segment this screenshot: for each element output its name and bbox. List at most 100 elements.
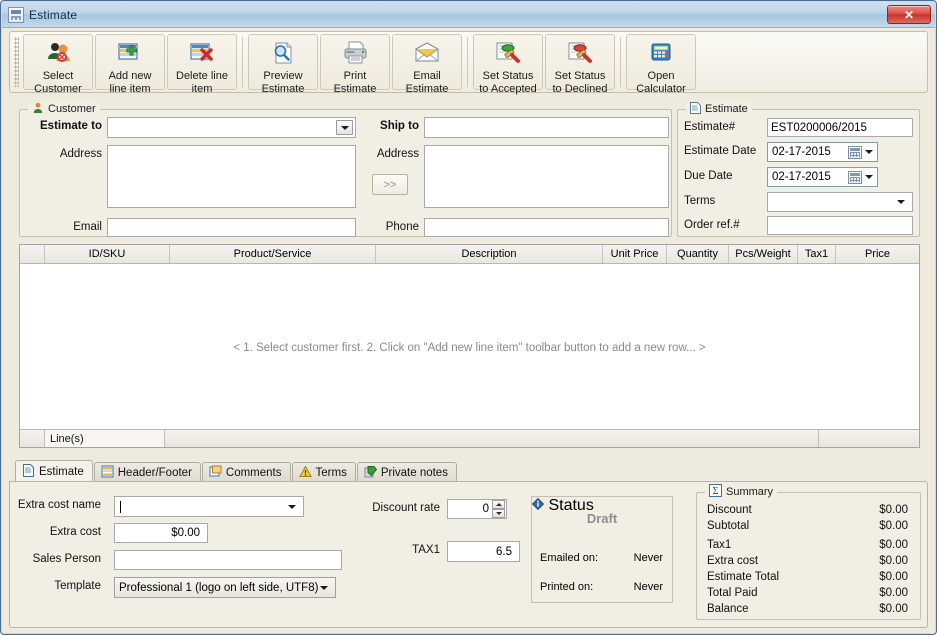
sales-person-input[interactable] (114, 550, 342, 570)
summary-row-value: $0.00 (879, 587, 908, 599)
customer-icon (32, 102, 44, 117)
summary-row-value: $0.00 (879, 603, 908, 615)
tab-estimate[interactable]: Estimate (15, 460, 93, 483)
grid-footer: Line(s) (20, 429, 919, 447)
chevron-down-icon[interactable] (288, 504, 296, 509)
calendar-icon[interactable] (848, 170, 862, 184)
ship-address-input[interactable] (424, 145, 669, 208)
estimate-date-value: 02-17-2015 (772, 146, 831, 158)
copy-address-button[interactable]: >> (372, 174, 408, 195)
billing-address-input[interactable] (107, 145, 356, 208)
svg-text:Σ: Σ (713, 486, 719, 497)
phone-input[interactable] (424, 218, 669, 237)
estimate-to-combo[interactable] (107, 117, 356, 138)
summary-row: Discount $0.00 (707, 502, 908, 518)
toolbar-button-label: Select Customer (34, 70, 82, 95)
estimate-group-title: Estimate (686, 101, 752, 116)
summary-row: Extra cost $0.00 (707, 553, 908, 569)
ship-to-label: Ship to (380, 120, 419, 132)
chevron-down-icon[interactable] (897, 200, 905, 204)
tab-comments[interactable]: Comments (201, 462, 291, 483)
tab-label: Estimate (39, 466, 84, 478)
toolbar-button-email-estimate[interactable]: Email Estimate (392, 34, 462, 95)
stepper-up-icon[interactable] (492, 500, 505, 509)
extra-cost-name-combo[interactable] (114, 496, 304, 517)
summary-group: Σ Summary Discount $0.00 Subtotal $0.00 … (696, 484, 921, 620)
grid-column-unit-price[interactable]: Unit Price (603, 245, 667, 263)
email-input[interactable] (107, 218, 356, 237)
estimate-tab-icon (22, 464, 35, 480)
summary-row-value: $0.00 (879, 520, 908, 532)
terms-label: Terms (684, 195, 716, 207)
template-label: Template (54, 580, 101, 592)
stamp-accepted-icon (493, 40, 523, 66)
summary-row-label: Estimate Total (707, 571, 780, 583)
ship-address-label: Address (376, 148, 419, 160)
billing-address-label: Address (59, 148, 102, 160)
grid-column-price[interactable]: Price (836, 245, 919, 263)
line-items-grid[interactable]: ID/SKU Product/Service Description Unit … (19, 244, 920, 448)
tab-header-footer[interactable]: Header/Footer (93, 462, 201, 483)
phone-label: Phone (385, 221, 419, 233)
notes-tab-icon (364, 465, 377, 481)
tab-label: Comments (225, 467, 282, 479)
estimate-window: Estimate ✕ Select Customer Add new line … (0, 0, 937, 635)
order-ref-label: Order ref.# (684, 219, 740, 231)
extra-cost-input[interactable]: $0.00 (114, 523, 208, 543)
estimate-date-picker[interactable]: 02-17-2015 (767, 142, 878, 162)
chevron-down-icon[interactable] (320, 585, 328, 590)
summary-row-label: Discount (707, 504, 752, 516)
toolbar-button-add-new-line-item[interactable]: Add new line item (95, 34, 165, 95)
grid-footer-total-cell (819, 430, 919, 447)
toolbar-button-set-status-declined[interactable]: Set Status to Declined (545, 34, 615, 95)
customer-group-title: Customer (28, 102, 100, 116)
tab-private-notes[interactable]: Private notes (356, 462, 457, 483)
stamp-declined-icon (565, 40, 595, 66)
grid-column-row-indicator[interactable] (20, 245, 45, 263)
grid-column-description[interactable]: Description (376, 245, 603, 263)
discount-rate-stepper[interactable]: 0 (447, 499, 507, 519)
toolbar-button-select-customer[interactable]: Select Customer (23, 34, 93, 95)
summary-row: Tax1 $0.00 (707, 537, 908, 553)
toolbar-button-delete-line-item[interactable]: Delete line item (167, 34, 237, 95)
tab-label: Private notes (380, 467, 448, 479)
due-date-picker[interactable]: 02-17-2015 (767, 167, 878, 187)
toolbar-button-preview-estimate[interactable]: Preview Estimate (248, 34, 318, 95)
grid-column-quantity[interactable]: Quantity (667, 245, 729, 263)
toolbar-button-label: Set Status to Declined (552, 70, 608, 95)
grid-column-tax1[interactable]: Tax1 (798, 245, 836, 263)
tab-label: Header/Footer (117, 467, 192, 479)
toolbar-grip[interactable] (14, 37, 19, 87)
estimate-number-input[interactable] (767, 118, 913, 137)
tab-terms[interactable]: Terms (291, 462, 356, 483)
status-group: Status Draft Emailed on: Never Printed o… (531, 496, 673, 603)
grid-body[interactable]: < 1. Select customer first. 2. Click on … (20, 264, 919, 429)
terms-combo[interactable] (767, 192, 913, 212)
stepper-down-icon[interactable] (492, 509, 505, 518)
calendar-icon[interactable] (848, 145, 862, 159)
grid-column-product[interactable]: Product/Service (170, 245, 376, 263)
warning-tab-icon (298, 465, 312, 481)
toolbar-separator (242, 37, 243, 87)
emailed-on-value: Never (633, 552, 663, 564)
summary-group-label: Summary (726, 486, 774, 498)
ship-to-input[interactable] (424, 117, 669, 138)
chevron-down-icon[interactable] (865, 175, 873, 179)
chevron-down-icon[interactable] (865, 150, 873, 154)
stepper-arrows[interactable] (492, 500, 505, 518)
tax1-input[interactable]: 6.5 (447, 541, 520, 562)
grid-footer-indicator-cell (20, 430, 45, 447)
toolbar-button-label: Set Status to Accepted (479, 70, 537, 95)
grid-footer-spacer-cell (165, 430, 819, 447)
summary-row: Subtotal $0.00 (707, 518, 908, 534)
toolbar-button-set-status-accepted[interactable]: Set Status to Accepted (473, 34, 543, 95)
customer-group: Customer Estimate to Address Email Ship … (19, 102, 672, 237)
close-button[interactable]: ✕ (887, 5, 931, 24)
grid-column-id-sku[interactable]: ID/SKU (45, 245, 170, 263)
extra-cost-label: Extra cost (49, 526, 101, 538)
grid-column-pcs-weight[interactable]: Pcs/Weight (729, 245, 798, 263)
toolbar-button-print-estimate[interactable]: Print Estimate (320, 34, 390, 95)
toolbar-button-open-calculator[interactable]: Open Calculator (626, 34, 696, 95)
template-combo[interactable]: Professional 1 (logo on left side, UTF8) (114, 577, 336, 598)
order-ref-input[interactable] (767, 216, 913, 235)
